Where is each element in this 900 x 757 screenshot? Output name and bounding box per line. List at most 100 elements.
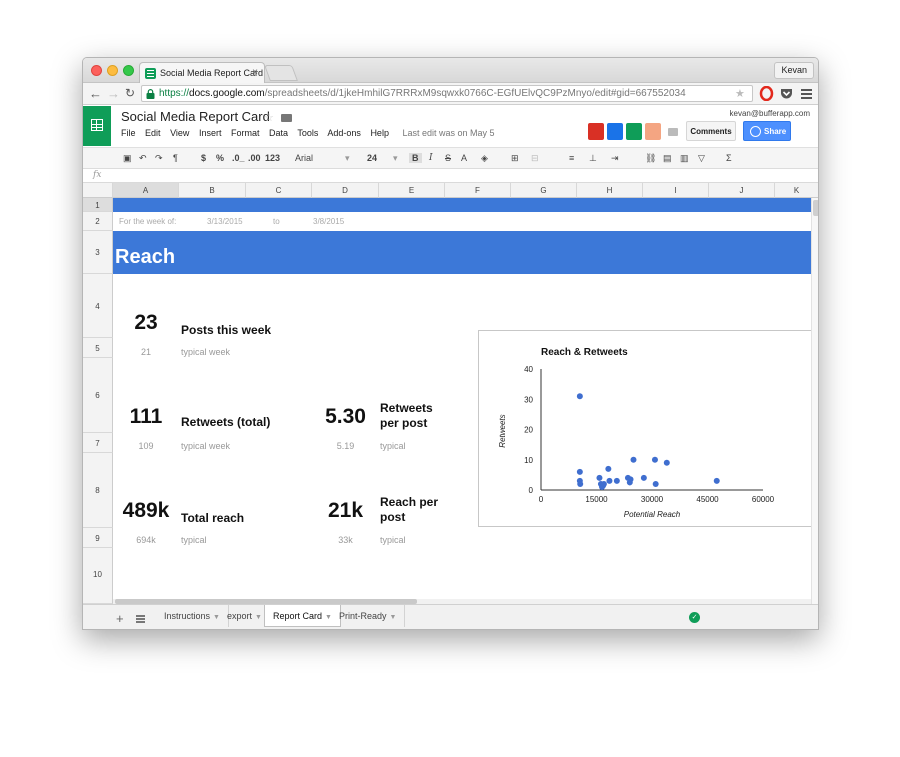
retweets-per-post-typical-value[interactable]: 5.19 bbox=[312, 441, 379, 451]
vertical-align-icon[interactable]: ⊥ bbox=[589, 153, 597, 164]
row-header-1[interactable]: 1 bbox=[83, 198, 113, 212]
minimize-window-button[interactable] bbox=[107, 65, 118, 76]
chat-icon[interactable] bbox=[668, 128, 678, 136]
sheet-tab-report-card[interactable]: Report Card ▼ bbox=[264, 605, 341, 627]
addon-red-icon[interactable] bbox=[588, 123, 604, 140]
menu-view[interactable]: View bbox=[170, 128, 189, 138]
currency-format-button[interactable]: $ bbox=[201, 153, 206, 163]
functions-button[interactable]: Σ bbox=[726, 153, 732, 163]
addon-peach-icon[interactable] bbox=[645, 123, 661, 140]
text-color-button[interactable]: A bbox=[461, 153, 467, 163]
row-header-8[interactable]: 8 bbox=[83, 453, 113, 528]
font-size-select[interactable]: 24 bbox=[367, 153, 377, 163]
row-header-2[interactable]: 2 bbox=[83, 212, 113, 231]
insert-comment-icon[interactable]: ▤ bbox=[663, 153, 672, 164]
scatter-point[interactable] bbox=[713, 477, 720, 484]
menu-file[interactable]: File bbox=[121, 128, 136, 138]
total-reach-typical-value[interactable]: 694k bbox=[113, 535, 179, 545]
italic-button[interactable]: I bbox=[429, 153, 433, 163]
folder-icon[interactable] bbox=[281, 114, 292, 122]
sheet-tab-print-ready[interactable]: Print-Ready ▼ bbox=[331, 605, 406, 627]
strikethrough-button[interactable]: S bbox=[445, 153, 451, 163]
close-window-button[interactable] bbox=[91, 65, 102, 76]
column-header-k[interactable]: K bbox=[775, 183, 818, 198]
account-email[interactable]: kevan@bufferapp.com bbox=[730, 109, 810, 118]
formula-bar[interactable]: fx bbox=[83, 169, 818, 183]
horizontal-align-icon[interactable]: ≡ bbox=[569, 153, 574, 163]
menu-insert[interactable]: Insert bbox=[199, 128, 222, 138]
opera-extension-icon[interactable] bbox=[759, 86, 774, 101]
week-of-label[interactable]: For the week of: bbox=[119, 217, 176, 226]
undo-icon[interactable]: ↶ bbox=[139, 153, 147, 164]
browser-tab[interactable]: Social Media Report Card × bbox=[139, 62, 265, 84]
font-select-chevron-down-icon[interactable]: ▾ bbox=[345, 153, 350, 164]
row-header-5[interactable]: 5 bbox=[83, 338, 113, 358]
column-header-a[interactable]: A bbox=[113, 183, 179, 198]
vertical-scrollbar[interactable] bbox=[811, 198, 818, 604]
row-header-9[interactable]: 9 bbox=[83, 528, 113, 548]
browser-menu-icon[interactable] bbox=[799, 86, 814, 101]
comments-button[interactable]: Comments bbox=[686, 121, 736, 141]
menu-help[interactable]: Help bbox=[370, 128, 389, 138]
scatter-point[interactable] bbox=[630, 456, 637, 463]
scatter-point[interactable] bbox=[577, 480, 584, 487]
retweets-per-post-typical-label[interactable]: typical bbox=[380, 441, 406, 451]
row-header-10[interactable]: 10 bbox=[83, 548, 113, 604]
add-sheet-button[interactable]: + bbox=[116, 611, 124, 626]
all-sheets-list-icon[interactable] bbox=[136, 615, 145, 623]
scatter-point[interactable] bbox=[651, 456, 658, 463]
posts-typical-label[interactable]: typical week bbox=[181, 347, 230, 357]
fill-color-icon[interactable]: ◈ bbox=[481, 153, 488, 164]
back-arrow-icon[interactable]: ← bbox=[89, 86, 102, 101]
scatter-point[interactable] bbox=[613, 477, 620, 484]
retweets-per-post-label[interactable]: Retweets per post bbox=[380, 401, 433, 431]
total-reach-typical-label[interactable]: typical bbox=[181, 535, 207, 545]
decrease-decimal-button[interactable]: .0_ bbox=[232, 153, 245, 163]
scatter-point[interactable] bbox=[596, 474, 603, 481]
menu-format[interactable]: Format bbox=[231, 128, 260, 138]
reach-per-post-typical-label[interactable]: typical bbox=[380, 535, 406, 545]
vertical-scroll-thumb[interactable] bbox=[813, 200, 818, 216]
star-document-icon[interactable]: ☆ bbox=[264, 111, 274, 124]
reach-per-post-value[interactable]: 21k bbox=[312, 499, 379, 523]
scatter-point[interactable] bbox=[600, 480, 607, 487]
scatter-point[interactable] bbox=[652, 480, 659, 487]
font-select[interactable]: Arial bbox=[295, 153, 313, 163]
row-header-4[interactable]: 4 bbox=[83, 274, 113, 338]
column-header-i[interactable]: I bbox=[643, 183, 709, 198]
column-header-j[interactable]: J bbox=[709, 183, 775, 198]
posts-value[interactable]: 23 bbox=[113, 311, 179, 335]
close-tab-icon[interactable]: × bbox=[252, 67, 258, 78]
scatter-point[interactable] bbox=[663, 459, 670, 466]
row-header-6[interactable]: 6 bbox=[83, 358, 113, 433]
address-bar[interactable]: https://docs.google.com/spreadsheets/d/1… bbox=[141, 85, 753, 102]
retweets-typical-value[interactable]: 109 bbox=[113, 441, 179, 451]
scatter-point[interactable] bbox=[627, 476, 634, 483]
posts-typical-value[interactable]: 21 bbox=[113, 347, 179, 357]
menu-data[interactable]: Data bbox=[269, 128, 288, 138]
column-header-g[interactable]: G bbox=[511, 183, 577, 198]
scatter-point[interactable] bbox=[606, 477, 613, 484]
scatter-chart[interactable]: Reach & Retweets Potential Reach Retweet… bbox=[478, 330, 818, 527]
bookmark-star-icon[interactable]: ★ bbox=[735, 87, 745, 100]
menu-edit[interactable]: Edit bbox=[145, 128, 161, 138]
column-header-b[interactable]: B bbox=[179, 183, 246, 198]
redo-icon[interactable]: ↷ bbox=[155, 153, 163, 164]
week-end-date[interactable]: 3/8/2015 bbox=[313, 217, 344, 226]
font-size-chevron-down-icon[interactable]: ▾ bbox=[393, 153, 398, 164]
scatter-point[interactable] bbox=[576, 468, 583, 475]
scatter-point[interactable] bbox=[640, 474, 647, 481]
reload-icon[interactable]: ↻ bbox=[125, 86, 135, 100]
column-header-e[interactable]: E bbox=[379, 183, 445, 198]
insert-chart-icon[interactable]: ▥ bbox=[680, 153, 689, 164]
total-reach-value[interactable]: 489k bbox=[113, 499, 179, 523]
document-title[interactable]: Social Media Report Card bbox=[121, 109, 270, 124]
spreadsheet-grid[interactable]: A B C D E F G H I J K 1 2 3 4 5 6 7 8 9 … bbox=[83, 183, 818, 604]
share-button[interactable]: Share bbox=[743, 121, 791, 141]
merge-cells-icon[interactable]: ⊟ bbox=[531, 153, 539, 164]
pocket-extension-icon[interactable] bbox=[779, 86, 794, 101]
print-icon[interactable]: ▣ bbox=[123, 153, 132, 164]
filter-icon[interactable]: ▽ bbox=[698, 153, 705, 164]
select-all-corner[interactable] bbox=[83, 183, 113, 198]
zoom-window-button[interactable] bbox=[123, 65, 134, 76]
